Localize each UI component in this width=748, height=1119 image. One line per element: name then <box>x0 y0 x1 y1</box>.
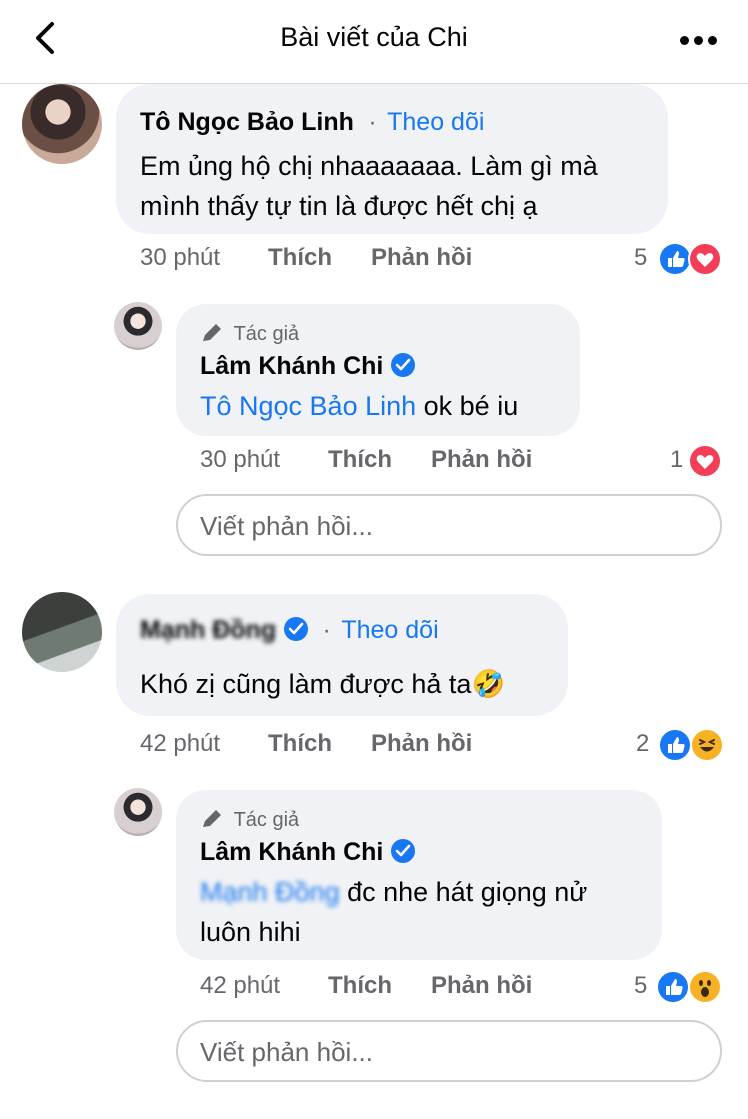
mention-link[interactable]: Tô Ngọc Bảo Linh <box>200 391 416 421</box>
timestamp: 30 phút <box>140 244 221 271</box>
reaction-summary[interactable]: 1 <box>670 444 726 478</box>
like-icon <box>658 728 692 762</box>
reaction-count: 5 <box>634 972 648 999</box>
pencil-icon <box>203 810 221 827</box>
comment-bubble: Tô Ngọc Bảo Linh · Theo dõi Em ủng hộ ch… <box>116 84 668 234</box>
heart-icon <box>688 444 722 478</box>
like-button[interactable]: Thích <box>268 730 332 758</box>
comment-text-line: Em ủng hộ chị nhaaaaaaa. Làm gì mà <box>140 151 598 181</box>
verified-badge-icon <box>391 839 416 863</box>
reaction-count: 5 <box>634 244 648 271</box>
timestamp: 30 phút <box>200 446 281 473</box>
comment-bubble: Mạnh Đồng · Theo dõi Khó zị cũng làm đượ… <box>116 594 568 716</box>
reply-text: Mạnh Đồng đc nhe hát giọng nử <box>200 872 587 912</box>
avatar[interactable] <box>114 302 162 350</box>
comment-text: Khó zị cũng làm được hả ta🤣 <box>140 664 505 704</box>
reply-button[interactable]: Phản hồi <box>431 446 532 474</box>
follow-link[interactable]: Theo dõi <box>341 616 438 644</box>
mention-link[interactable]: Mạnh Đồng <box>200 872 340 912</box>
verified-badge-icon <box>284 617 309 641</box>
commenter-name[interactable]: Lâm Khánh Chi <box>200 352 383 380</box>
reaction-summary[interactable]: 5 <box>634 970 726 1004</box>
commenter-name[interactable]: Tô Ngọc Bảo Linh <box>140 108 354 136</box>
comment-text-body: Khó zị cũng làm được hả ta <box>140 669 472 699</box>
avatar[interactable] <box>114 788 162 836</box>
commenter-name[interactable]: Mạnh Đồng <box>140 616 276 645</box>
follow-link[interactable]: Theo dõi <box>387 108 484 136</box>
like-button[interactable]: Thích <box>328 446 392 474</box>
more-options-icon[interactable] <box>680 36 718 46</box>
reply-bubble: Tác giả Lâm Khánh Chi Tô Ngọc Bảo Linh o… <box>176 304 580 436</box>
comment-meta: 30 phút Thích Phản hồi <box>140 244 540 274</box>
timestamp: 42 phút <box>140 730 221 757</box>
author-badge: Tác giả <box>200 322 299 346</box>
reply-button[interactable]: Phản hồi <box>371 244 472 272</box>
comment-meta: 42 phút Thích Phản hồi <box>200 972 600 1002</box>
author-badge: Tác giả <box>200 808 299 832</box>
like-button[interactable]: Thích <box>268 244 332 272</box>
comment-meta: 30 phút Thích Phản hồi <box>200 446 600 476</box>
reply-input-placeholder: Viết phản hồi... <box>200 511 373 541</box>
reply-input-placeholder: Viết phản hồi... <box>200 1037 373 1067</box>
author-label: Tác giả <box>233 323 300 345</box>
reaction-count: 2 <box>636 730 650 757</box>
top-bar: Bài viết của Chi <box>0 0 748 84</box>
separator-dot: · <box>368 108 377 136</box>
verified-badge-icon <box>391 353 416 377</box>
like-icon <box>656 970 690 1004</box>
reply-text-line: đc nhe hát giọng nử <box>339 877 588 907</box>
comment-meta: 42 phút Thích Phản hồi <box>140 730 540 760</box>
reply-text-line: luôn hihi <box>200 917 301 947</box>
commenter-name[interactable]: Lâm Khánh Chi <box>200 838 383 866</box>
reaction-summary[interactable]: 2 <box>636 728 728 762</box>
reply-text: Tô Ngọc Bảo Linh ok bé iu <box>200 386 518 426</box>
rofl-emoji: 🤣 <box>471 669 506 699</box>
reply-button[interactable]: Phản hồi <box>371 730 472 758</box>
reaction-summary[interactable]: 5 <box>634 242 726 276</box>
wow-icon <box>688 970 722 1004</box>
page-title: Bài viết của Chi <box>280 22 468 52</box>
author-label: Tác giả <box>233 809 300 831</box>
comment-text-line: mình thấy tự tin là được hết chị ạ <box>140 191 538 221</box>
reaction-count: 1 <box>670 446 684 473</box>
heart-icon <box>688 242 722 276</box>
reply-button[interactable]: Phản hồi <box>431 972 532 1000</box>
avatar[interactable] <box>22 592 102 672</box>
laugh-icon <box>690 728 724 762</box>
pencil-icon <box>203 324 221 341</box>
reply-input[interactable]: Viết phản hồi... <box>176 494 722 556</box>
like-icon <box>658 242 692 276</box>
separator-dot: · <box>322 616 331 644</box>
avatar[interactable] <box>22 84 102 164</box>
like-button[interactable]: Thích <box>328 972 392 1000</box>
reply-text-body: ok bé iu <box>416 391 519 421</box>
reply-input[interactable]: Viết phản hồi... <box>176 1020 722 1082</box>
timestamp: 42 phút <box>200 972 281 999</box>
reply-bubble: Tác giả Lâm Khánh Chi Mạnh Đồng đc nhe h… <box>176 790 662 960</box>
